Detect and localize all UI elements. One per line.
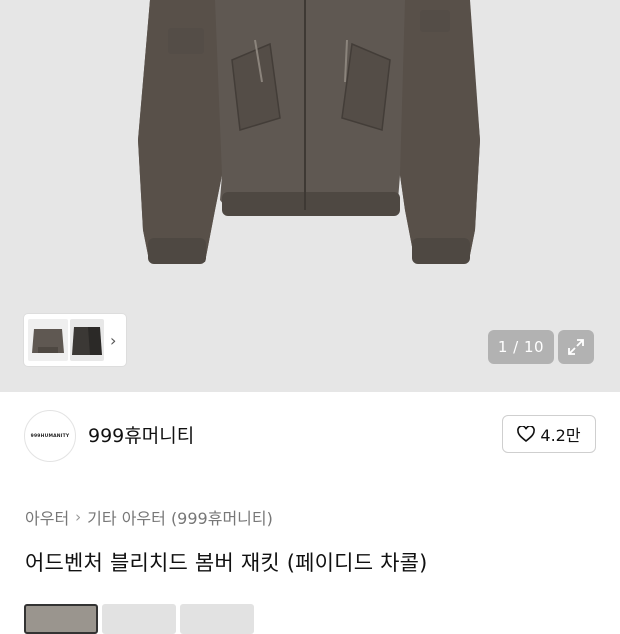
- brand-name[interactable]: 999휴머니티: [88, 421, 194, 448]
- image-counter: 1 / 10: [488, 330, 554, 364]
- product-title: 어드벤처 블리치드 봄버 재킷 (페이디드 차콜): [25, 551, 428, 575]
- color-option[interactable]: [102, 604, 176, 634]
- color-option-selected[interactable]: [24, 604, 98, 634]
- chevron-right-icon: ›: [75, 508, 82, 526]
- product-image-gallery[interactable]: › 1 / 10: [0, 0, 620, 392]
- expand-icon: [568, 339, 584, 355]
- expand-button[interactable]: [558, 330, 594, 364]
- thumbnail-strip[interactable]: ›: [24, 314, 126, 366]
- breadcrumb-item-category[interactable]: 아우터: [25, 505, 69, 529]
- color-option[interactable]: [180, 604, 254, 634]
- like-count: 4.2만: [540, 426, 581, 445]
- breadcrumb-item-subcategory[interactable]: 기타 아우터 (999휴머니티): [87, 505, 273, 529]
- color-options: [24, 604, 254, 634]
- chevron-right-icon[interactable]: ›: [110, 331, 116, 350]
- thumbnail-back[interactable]: [70, 319, 104, 361]
- heart-icon: [517, 426, 536, 442]
- brand-logo-text: 999HUMANITY: [30, 433, 70, 439]
- brand-logo[interactable]: 999HUMANITY: [24, 410, 76, 462]
- like-button[interactable]: 4.2만: [502, 415, 596, 453]
- thumbnail-front[interactable]: [28, 319, 68, 361]
- breadcrumb: 아우터 › 기타 아우터 (999휴머니티): [25, 505, 273, 529]
